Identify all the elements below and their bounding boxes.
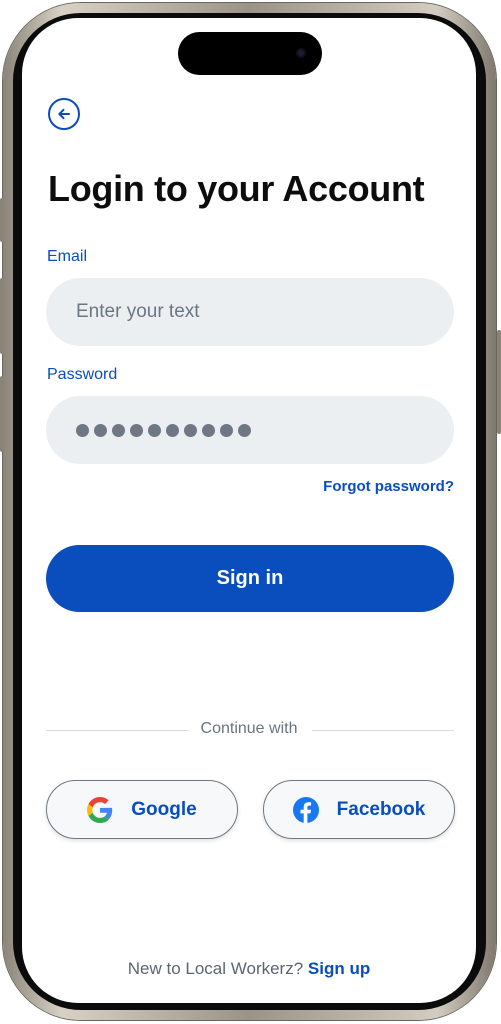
password-label: Password	[47, 366, 118, 383]
volume-down-button	[0, 376, 4, 452]
password-dot	[94, 423, 107, 437]
signup-prompt-text: New to Local Workerz?	[127, 959, 304, 978]
google-icon	[87, 796, 113, 823]
facebook-login-button[interactable]: Facebook	[263, 780, 455, 839]
continue-with-label: Continue with	[200, 720, 298, 737]
google-login-button[interactable]: Google	[46, 780, 238, 839]
back-button[interactable]	[48, 98, 80, 130]
action-button	[0, 198, 4, 242]
volume-up-button	[0, 278, 4, 354]
password-dot	[130, 423, 143, 437]
page-title: Login to your Account	[48, 168, 425, 209]
password-dot	[238, 423, 251, 437]
password-dot	[76, 423, 89, 437]
email-field[interactable]	[46, 278, 454, 346]
dynamic-island	[178, 32, 322, 75]
password-dot	[148, 423, 161, 437]
password-dot	[166, 423, 179, 437]
facebook-icon	[292, 796, 319, 823]
power-button	[497, 330, 501, 434]
password-field[interactable]	[46, 396, 454, 464]
password-dot	[220, 423, 233, 437]
front-camera	[296, 48, 306, 58]
sign-up-link[interactable]: Sign up	[308, 959, 370, 978]
google-label: Google	[131, 798, 197, 820]
facebook-label: Facebook	[336, 798, 426, 820]
forgot-password-link[interactable]: Forgot password?	[323, 478, 454, 495]
email-label: Email	[47, 248, 88, 265]
password-mask	[76, 418, 251, 442]
password-dot	[112, 423, 125, 437]
password-dot	[202, 423, 215, 437]
arrow-left-icon	[56, 106, 72, 122]
signup-prompt: New to Local Workerz? Sign up	[22, 959, 476, 979]
password-dot	[184, 423, 197, 437]
sign-in-button[interactable]: Sign in	[46, 545, 454, 612]
login-screen: Login to your Account Email Password For…	[22, 18, 476, 1003]
